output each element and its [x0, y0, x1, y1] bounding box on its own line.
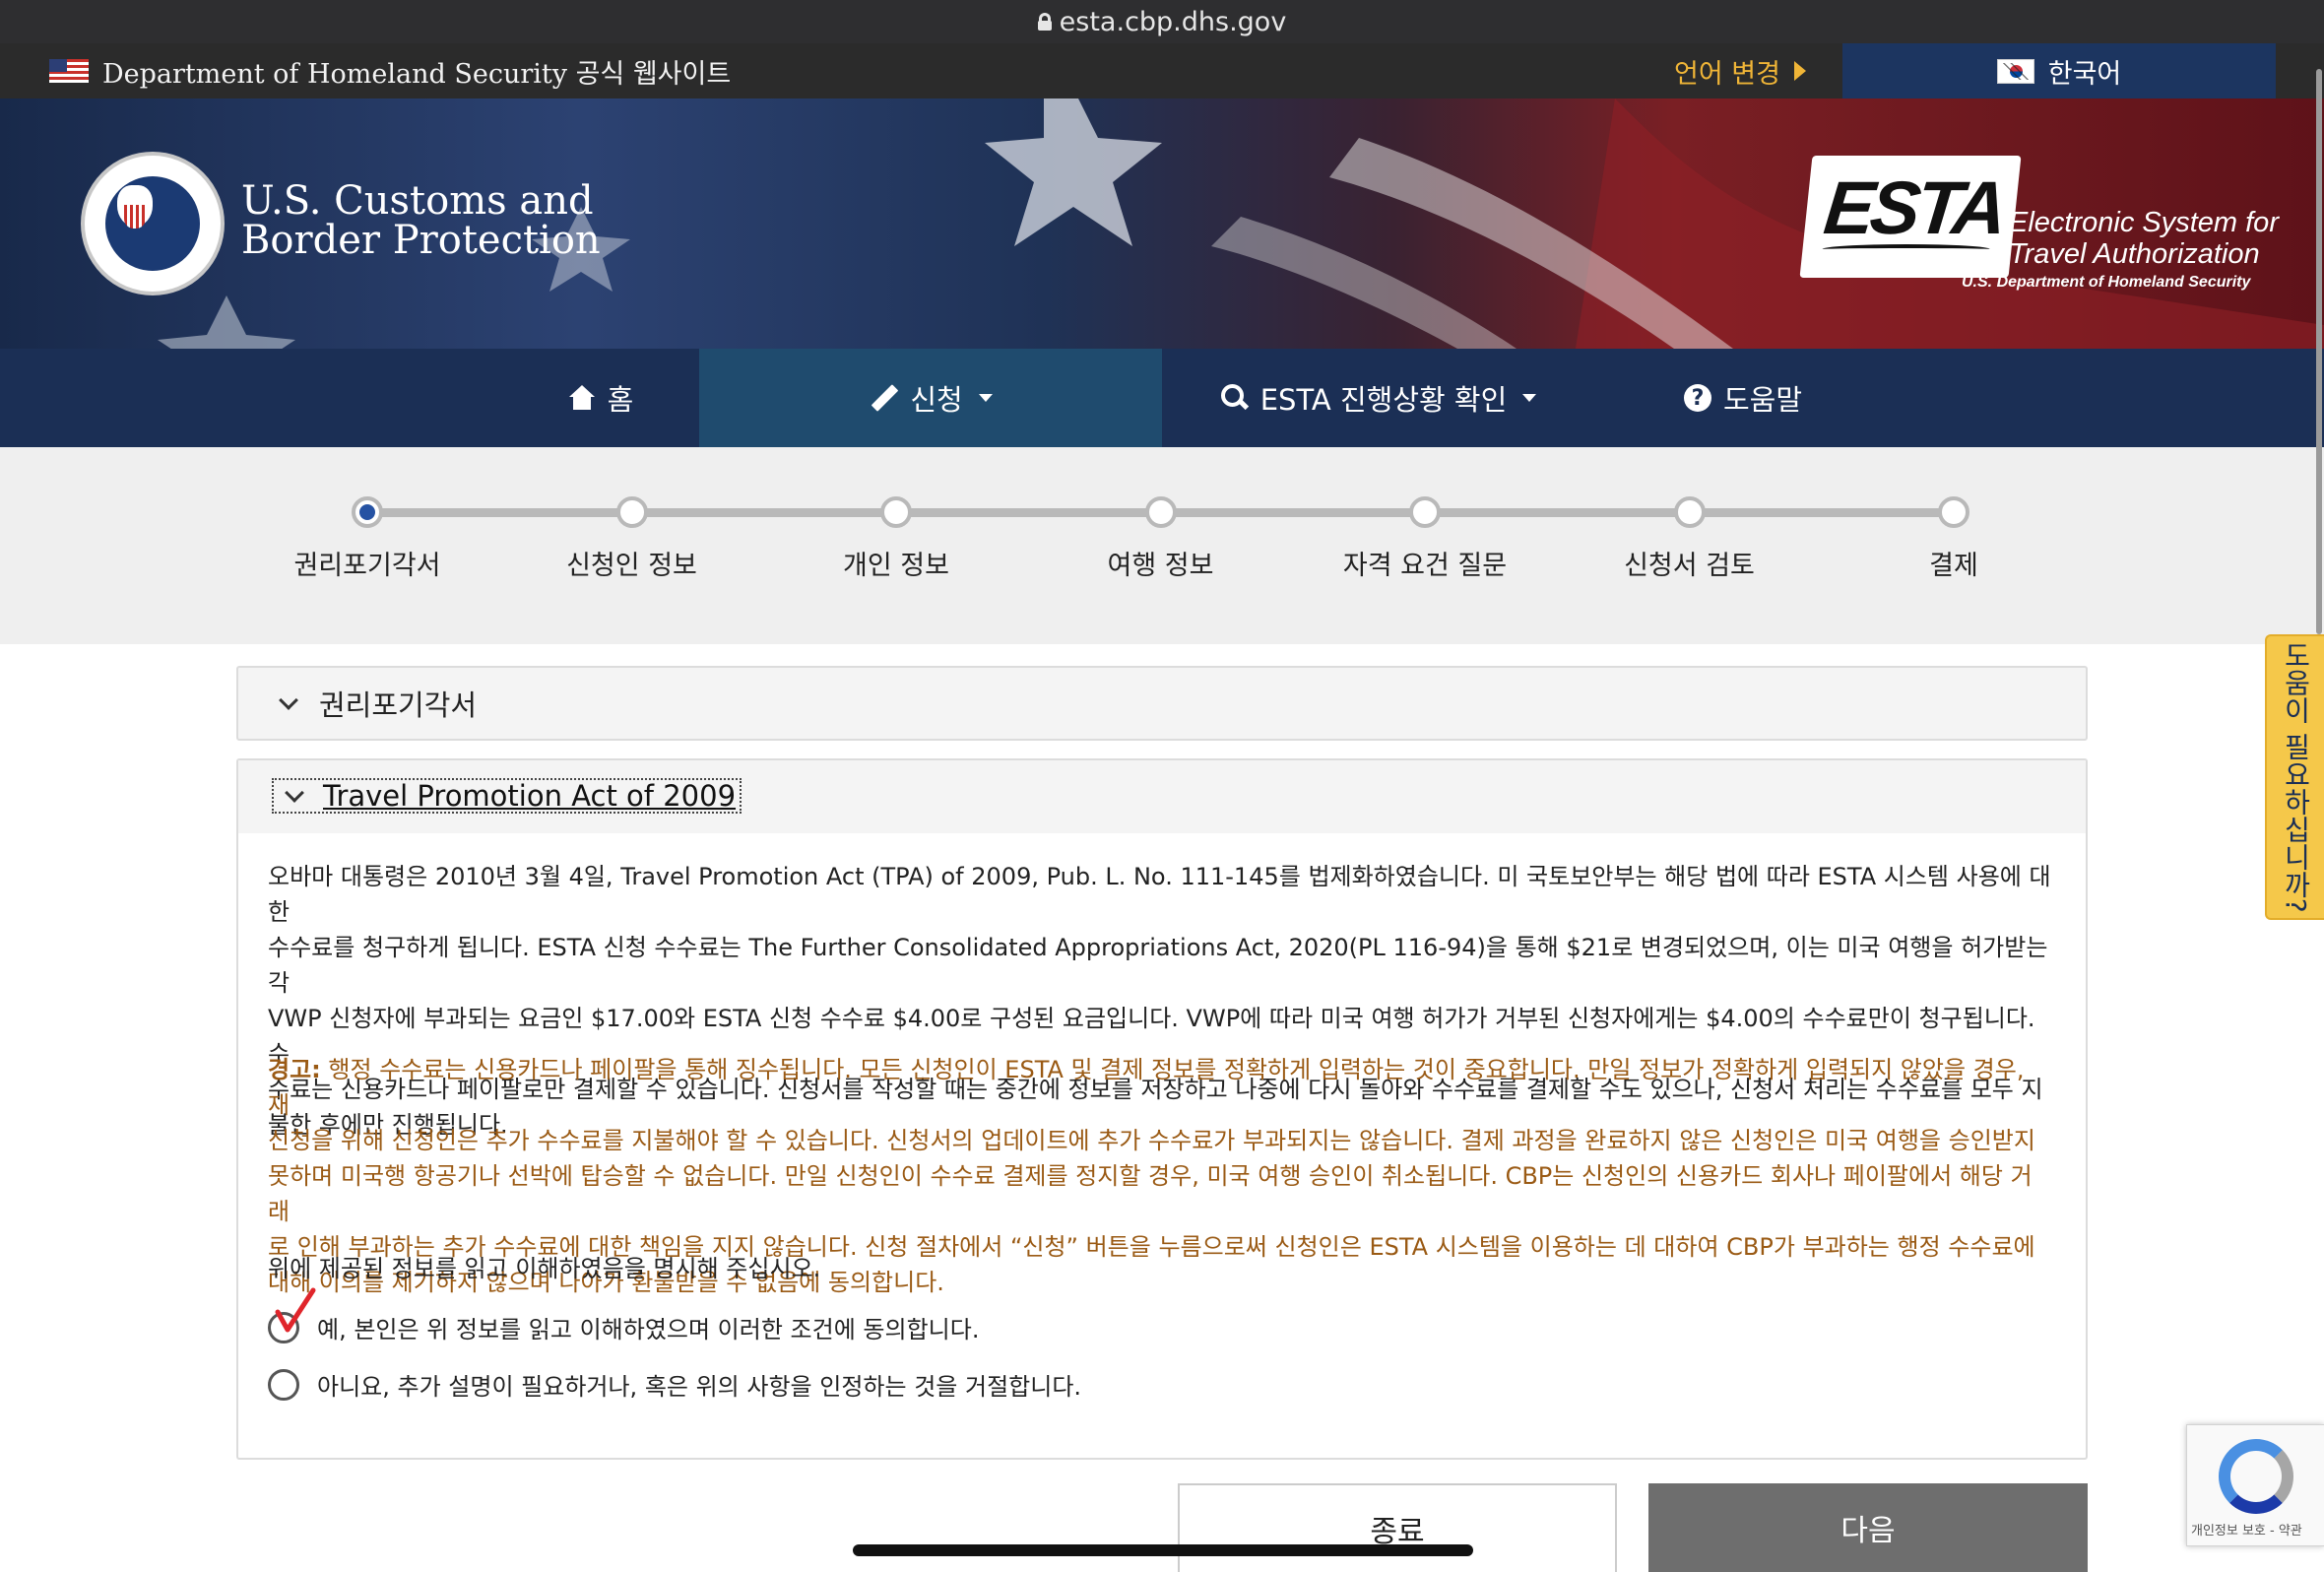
agency-line-1: U.S. Customs and: [241, 178, 594, 224]
caret-down-icon: [978, 394, 993, 402]
search-icon: [1220, 384, 1249, 412]
cbp-agency-title: U.S. Customs and Border Protection: [241, 181, 601, 260]
caret-down-icon: [1522, 394, 1537, 402]
official-site-notice: Department of Homeland Security 공식 웹사이트: [49, 43, 731, 98]
agency-line-2: Border Protection: [241, 218, 601, 263]
nav-help[interactable]: ? 도움말: [1595, 349, 1891, 447]
tpa-panel-toggle[interactable]: Travel Promotion Act of 2009: [272, 778, 742, 814]
nav-status-label: ESTA 진행상황 확인: [1259, 383, 1508, 417]
waiver-panel-header[interactable]: 권리포기각서: [236, 666, 2088, 741]
korea-flag-icon: [1996, 58, 2034, 84]
progress-step-label: 권리포기각서: [293, 551, 441, 581]
question-circle-icon: ?: [1683, 384, 1711, 412]
progress-step-label: 여행 정보: [1107, 551, 1214, 581]
confirm-prompt: 위에 제공된 정보를 읽고 이해하였음을 명시해 주십시오.: [268, 1255, 821, 1282]
esta-subtitle-line-1: Electronic System for: [2009, 207, 2279, 238]
home-indicator: [853, 1544, 1473, 1556]
recaptcha-badge[interactable]: 개인정보 보호 - 약관: [2186, 1424, 2324, 1546]
warning-line: 신청을 위해 신청인은 추가 수수료를 지불해야 할 수 있습니다. 신청서의 …: [268, 1127, 2035, 1154]
progress-step-marker: [1673, 496, 1706, 528]
chevron-down-icon: [285, 783, 304, 803]
esta-subtitle: Electronic System for Travel Authorizati…: [2009, 207, 2279, 270]
nav-apply[interactable]: 신청: [699, 349, 1162, 447]
language-select[interactable]: 한국어: [1842, 43, 2276, 98]
swoosh-icon: [1822, 244, 1991, 254]
current-language-label: 한국어: [2047, 58, 2122, 90]
nav-home-label: 홈: [607, 383, 634, 417]
browser-url-bar[interactable]: esta.cbp.dhs.gov: [0, 0, 2324, 43]
progress-step-label: 자격 요건 질문: [1342, 551, 1508, 581]
dhs-seal-logo: [81, 152, 225, 295]
esta-logo-text: ESTA: [1820, 166, 2008, 250]
chevron-down-icon: [279, 690, 298, 710]
option-no-label: 아니요, 추가 설명이 필요하거나, 혹은 위의 사항을 인정하는 것을 거절합…: [317, 1373, 1082, 1401]
warning-label: 경고:: [268, 1056, 321, 1083]
waiver-panel-title: 권리포기각서: [319, 688, 478, 722]
tpa-body-line: 수수료를 청구하게 됩니다. ESTA 신청 수수료는 The Further …: [268, 934, 2048, 997]
main-nav: 홈 신청 ESTA 진행상황 확인 ? 도움말: [0, 349, 2324, 447]
us-flag-icon: [49, 59, 89, 83]
home-icon: [568, 385, 596, 411]
scrollbar[interactable]: [2316, 69, 2322, 634]
progress-step-marker: [1938, 496, 1969, 528]
progress-step-label: 신청서 검토: [1624, 551, 1755, 581]
recaptcha-privacy-terms[interactable]: 개인정보 보호 - 약관: [2191, 1520, 2324, 1539]
tpa-panel-header: Travel Promotion Act of 2009: [238, 760, 2086, 833]
esta-subtitle-line-2: Travel Authorization: [2009, 238, 2260, 270]
progress-step-label: 결제: [1929, 551, 1978, 581]
language-change-link[interactable]: 언어 변경: [1674, 43, 1806, 98]
progress-step-marker: [1409, 496, 1441, 528]
warning-line: 행정 수수료는 신용카드나 페이팔을 통해 징수됩니다. 모든 신청인이 EST…: [268, 1056, 2025, 1119]
triangle-right-icon: [1793, 61, 1806, 81]
progress-step-marker: [615, 496, 648, 528]
progress-step-label: 개인 정보: [843, 551, 949, 581]
radio-no[interactable]: [268, 1368, 299, 1401]
need-help-label: 도움이 필요하십니까?: [2280, 641, 2312, 913]
tpa-body-line: 오바마 대통령은 2010년 3월 4일, Travel Promotion A…: [268, 863, 2051, 926]
tpa-panel: Travel Promotion Act of 2009 오바마 대통령은 20…: [236, 758, 2088, 1460]
nav-home[interactable]: 홈: [502, 349, 699, 447]
option-no[interactable]: 아니요, 추가 설명이 필요하거나, 혹은 위의 사항을 인정하는 것을 거절합…: [268, 1367, 1081, 1402]
dhs-official-bar: Department of Homeland Security 공식 웹사이트 …: [0, 43, 2324, 98]
official-site-text: Department of Homeland Security 공식 웹사이트: [102, 58, 732, 90]
page: esta.cbp.dhs.gov Department of Homeland …: [0, 0, 2324, 1572]
need-help-tab[interactable]: 도움이 필요하십니까?: [2265, 634, 2324, 920]
warning-line: 못하며 미국행 항공기나 선박에 탑승할 수 없습니다. 만일 신청인이 수수료…: [268, 1162, 2033, 1225]
progress-tracker: 권리포기각서 신청인 정보 개인 정보 여행 정보 자격 요건 질문 신청서 검토 결제: [0, 447, 2324, 644]
next-button[interactable]: 다음: [1648, 1483, 2088, 1572]
tpa-panel-title: Travel Promotion Act of 2009: [323, 779, 737, 813]
recaptcha-icon: [2219, 1439, 2293, 1514]
nav-apply-label: 신청: [910, 383, 963, 417]
option-yes-label: 예, 본인은 위 정보를 읽고 이해하였으며 이러한 조건에 동의합니다.: [317, 1316, 980, 1343]
lock-icon: [1037, 13, 1052, 31]
progress-step-marker: [880, 496, 912, 528]
progress-step-marker: [1144, 496, 1177, 528]
progress-step-label: 신청인 정보: [566, 551, 697, 581]
red-checkmark-icon: [275, 1287, 316, 1333]
url-text: esta.cbp.dhs.gov: [1059, 6, 1287, 37]
shield-icon: [124, 205, 146, 229]
nav-check-status[interactable]: ESTA 진행상황 확인: [1162, 349, 1595, 447]
header-banner: U.S. Customs and Border Protection ESTA …: [0, 98, 2324, 349]
esta-logo: ESTA: [1799, 156, 2022, 278]
esta-dhs-text: U.S. Department of Homeland Security: [1962, 274, 2251, 291]
pencil-icon: [869, 383, 898, 413]
language-change-label: 언어 변경: [1674, 58, 1780, 90]
option-yes[interactable]: 예, 본인은 위 정보를 읽고 이해하였으며 이러한 조건에 동의합니다.: [268, 1310, 979, 1344]
exit-button[interactable]: 종료: [1178, 1483, 1617, 1572]
nav-help-label: 도움말: [1722, 383, 1803, 417]
progress-step-marker: [352, 496, 383, 528]
